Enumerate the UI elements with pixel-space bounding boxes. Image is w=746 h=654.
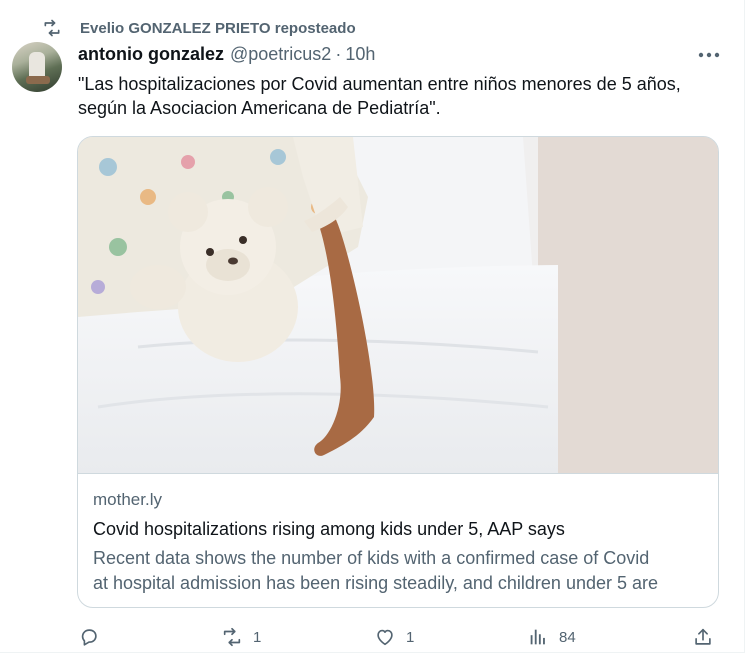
action-bar: 1 1 84 [0,624,746,650]
reply-icon [78,626,100,648]
avatar[interactable] [12,42,62,92]
views-button[interactable]: 84 [527,624,576,650]
author-name[interactable]: antonio gonzalez [78,44,224,65]
tweet-time[interactable]: 10h [345,44,375,65]
repost-label: Evelio GONZALEZ PRIETO reposteado [80,19,356,37]
card-description-line-2: at hospital admission has been rising st… [93,573,659,593]
more-options-icon[interactable] [696,44,722,66]
card-title: Covid hospitalizations rising among kids… [93,519,565,539]
views-icon [527,626,549,648]
separator-dot: · [335,44,342,64]
tweet-header: antonio gonzalez @poetricus2 · 10h [78,44,375,65]
heart-icon [374,626,396,648]
author-handle[interactable]: @poetricus2 [230,44,331,65]
card-image [78,137,718,473]
like-button[interactable]: 1 [374,624,414,650]
link-card[interactable]: mother.ly Covid hospitalizations rising … [77,136,719,608]
views-count: 84 [559,628,576,646]
repost-icon [221,626,243,648]
repost-context[interactable]: Evelio GONZALEZ PRIETO reposteado [42,18,356,38]
like-count: 1 [406,628,415,646]
repost-icon [42,18,62,38]
reply-button[interactable] [78,624,100,650]
card-domain: mother.ly [93,490,162,509]
card-meta: mother.ly Covid hospitalizations rising … [78,473,718,607]
repost-button[interactable]: 1 [221,624,261,650]
repost-count: 1 [253,628,262,646]
share-icon [692,626,714,648]
card-description: Recent data shows the number of kids wit… [93,546,703,596]
card-description-line-1: Recent data shows the number of kids wit… [93,548,650,568]
share-button[interactable] [692,624,714,650]
tweet-text: "Las hospitalizaciones por Covid aumenta… [78,74,681,118]
